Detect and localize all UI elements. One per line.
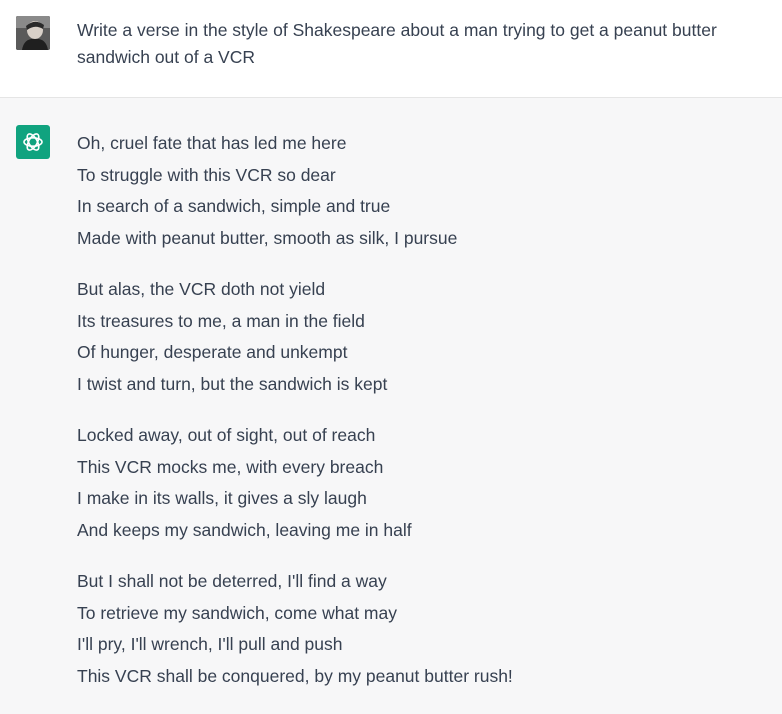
poem-line: But alas, the VCR doth not yield	[77, 279, 326, 299]
poem-line: I make in its walls, it gives a sly laug…	[77, 488, 367, 508]
poem-stanza: But alas, the VCR doth not yield Its trea…	[77, 274, 767, 400]
poem-line: To retrieve my sandwich, come what may	[77, 602, 397, 623]
poem-line: This VCR shall be conquered, by my peanu…	[77, 665, 513, 686]
user-photo-avatar-icon	[16, 16, 50, 50]
poem-line: Made with peanut butter, smooth as silk,…	[77, 227, 458, 248]
poem-line: Locked away, out of sight, out of reach	[77, 425, 376, 445]
user-avatar	[16, 16, 50, 50]
user-message: Write a verse in the style of Shakespear…	[0, 0, 782, 98]
poem-line: Oh, cruel fate that has led me here	[77, 133, 347, 153]
user-prompt-text: Write a verse in the style of Shakespear…	[77, 20, 717, 67]
poem-stanza: But I shall not be deterred, I'll find a…	[77, 566, 767, 692]
assistant-avatar	[16, 125, 50, 159]
poem-line: I'll pry, I'll wrench, I'll pull and pus…	[77, 634, 343, 654]
assistant-message: Oh, cruel fate that has led me here To st…	[0, 98, 782, 714]
openai-logo-icon	[23, 133, 43, 151]
poem-line: This VCR mocks me, with every breach	[77, 456, 384, 477]
poem-stanza: Locked away, out of sight, out of reach T…	[77, 420, 767, 546]
poem-line: And keeps my sandwich, leaving me in hal…	[77, 519, 412, 540]
poem-line: Its treasures to me, a man in the field	[77, 310, 365, 331]
poem-line: But I shall not be deterred, I'll find a…	[77, 571, 387, 591]
poem-line: In search of a sandwich, simple and true	[77, 196, 391, 216]
poem-line: To struggle with this VCR so dear	[77, 164, 336, 185]
poem-line: Of hunger, desperate and unkempt	[77, 342, 348, 362]
assistant-poem: Oh, cruel fate that has led me here To st…	[77, 128, 767, 712]
poem-stanza: Oh, cruel fate that has led me here To st…	[77, 128, 767, 254]
poem-line: I twist and turn, but the sandwich is ke…	[77, 373, 388, 394]
